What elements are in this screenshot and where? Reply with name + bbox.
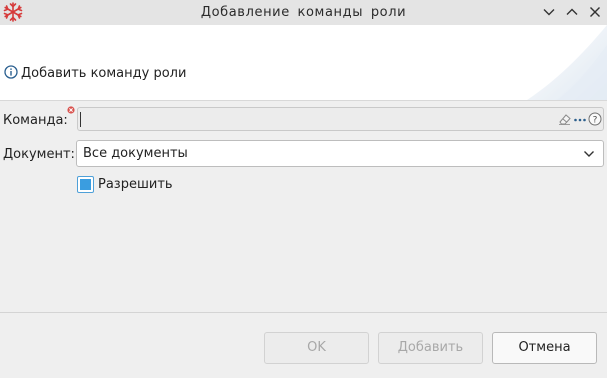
maximize-button[interactable] <box>564 4 580 20</box>
checkbox-fill <box>80 179 91 190</box>
clear-eraser-icon[interactable] <box>558 112 572 126</box>
text-caret <box>80 112 81 127</box>
command-field: ? <box>77 107 604 131</box>
window-title: Добавление команды роли <box>200 5 407 20</box>
document-select[interactable]: Все документы <box>76 140 604 167</box>
document-selected-value: Все документы <box>83 146 188 161</box>
footer-divider <box>0 312 607 313</box>
command-label: Команда: <box>3 113 68 128</box>
required-error-icon <box>67 106 75 114</box>
close-button[interactable] <box>587 4 603 20</box>
allow-label[interactable]: Разрешить <box>98 177 173 192</box>
document-label: Документ: <box>3 147 75 162</box>
header-message: Добавить команду роли <box>21 66 187 81</box>
header-decoration <box>527 25 607 100</box>
ok-button[interactable]: OK <box>264 332 369 364</box>
info-icon <box>4 65 18 79</box>
add-button[interactable]: Добавить <box>378 332 483 364</box>
chevron-down-icon <box>584 151 594 157</box>
more-options-icon[interactable] <box>573 112 587 126</box>
cancel-button[interactable]: Отмена <box>492 332 597 364</box>
help-icon[interactable]: ? <box>588 112 602 126</box>
minimize-button[interactable] <box>541 4 557 20</box>
svg-text:?: ? <box>593 116 598 126</box>
title-bar: Добавление команды роли <box>0 0 607 25</box>
dialog-header: Добавить команду роли <box>0 25 607 100</box>
command-input[interactable] <box>80 109 550 129</box>
header-divider <box>0 100 607 101</box>
allow-checkbox[interactable] <box>77 176 94 193</box>
